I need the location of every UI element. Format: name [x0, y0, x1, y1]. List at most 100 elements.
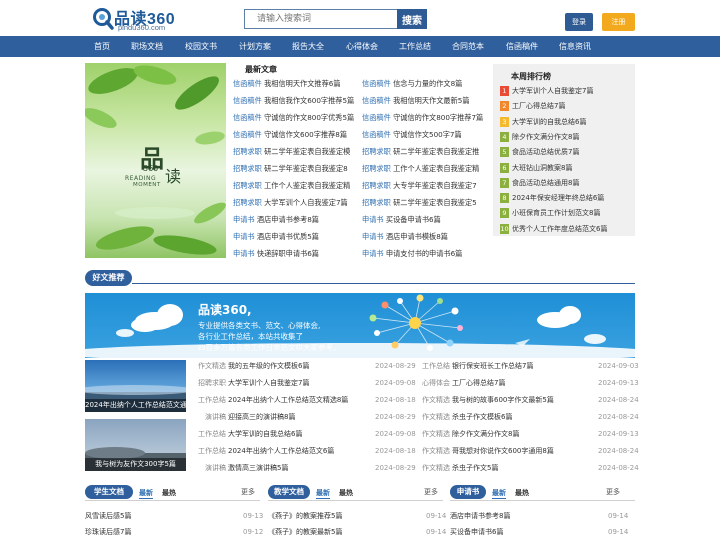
- nav-item-campus[interactable]: 校园文书: [185, 36, 217, 57]
- tab-hottest[interactable]: 最热: [162, 488, 176, 498]
- article-link[interactable]: 大学军训个人自我鉴定7篇: [228, 375, 371, 392]
- ranking-item[interactable]: 9 小班保育员工作计划范文8篇: [500, 207, 600, 221]
- more-link[interactable]: 更多: [606, 487, 620, 497]
- article-link[interactable]: 工厂心得总结7篇: [452, 375, 594, 392]
- nav-item-contracts[interactable]: 合同范本: [452, 36, 484, 57]
- tab-hottest[interactable]: 最热: [339, 488, 353, 498]
- search-input[interactable]: [244, 9, 398, 29]
- article-date: 2024-08-24: [598, 464, 639, 472]
- nav-item-workplace[interactable]: 职场文档: [131, 36, 163, 57]
- tab-latest[interactable]: 最新: [316, 488, 330, 499]
- article-link[interactable]: 申请书 买设备申请书6篇: [362, 212, 485, 228]
- ranking-item[interactable]: 8 2024年保安经理年终总结6篇: [500, 192, 604, 206]
- nav-item-letters[interactable]: 信函稿件: [506, 36, 538, 57]
- article-link[interactable]: 激情高三演讲稿5篇: [228, 460, 371, 477]
- article-category[interactable]: 工作总结: [196, 443, 226, 460]
- ranking-item[interactable]: 4 除夕作文满分作文8篇: [500, 131, 579, 145]
- banner-image[interactable]: 品 360 读 READING MOMENT: [85, 63, 226, 258]
- article-title: 研二学年鉴定表自我鉴定5: [393, 198, 477, 207]
- article-category[interactable]: 工作总结: [196, 392, 226, 409]
- article-category: 申请书: [362, 215, 384, 224]
- article-link[interactable]: 申请书 申请支付书的申请书6篇: [362, 246, 485, 262]
- article-link[interactable]: 哥我想对你说作文600字通用8篇: [452, 443, 594, 460]
- article-link[interactable]: 招聘求职 研二学年鉴定表自我鉴定8: [233, 161, 356, 177]
- article-link[interactable]: 信函稿件 守诚信作文600字推荐8篇: [233, 127, 356, 143]
- promo-banner[interactable]: 品读360, 专业提供各类文书、范文、心得体会, 各行业工作总结，本站共收集了 …: [85, 293, 635, 358]
- article-link[interactable]: 招聘求职 工作个人鉴定表自我鉴定精: [362, 161, 485, 177]
- article-link[interactable]: 信函稿件 守诚信作文500字7篇: [362, 127, 485, 143]
- ranking-item[interactable]: 3 大学军训的自我总结6篇: [500, 116, 586, 130]
- article-link[interactable]: 招聘求职 大学军训个人自我鉴定7篇: [233, 195, 356, 211]
- article-category[interactable]: 工作总结: [420, 358, 450, 375]
- nav-item-news[interactable]: 信息资讯: [559, 36, 591, 57]
- article-link[interactable]: 2024年出纳个人工作总结范文6篇: [228, 443, 371, 460]
- article-category[interactable]: 作文精选: [420, 392, 450, 409]
- ranking-item[interactable]: 7 食品活动总结通用8篇: [500, 177, 579, 191]
- article-link[interactable]: 珍珠读后感7篇: [85, 525, 225, 539]
- tab-hottest[interactable]: 最热: [515, 488, 529, 498]
- thumbnail-article-1[interactable]: 2024年出纳个人工作总结范文通: [85, 360, 186, 412]
- article-category[interactable]: 作文精选: [420, 460, 450, 477]
- article-category[interactable]: 演讲稿: [196, 409, 226, 426]
- more-link[interactable]: 更多: [241, 487, 255, 497]
- article-link[interactable]: 酒店申请书参考8篇: [450, 509, 590, 523]
- article-link[interactable]: 信函稿件 信念与力量的作文8篇: [362, 76, 485, 92]
- article-category[interactable]: 演讲稿: [196, 460, 226, 477]
- more-link[interactable]: 更多: [424, 487, 438, 497]
- site-logo[interactable]: 品读360 pindu360.com: [92, 6, 192, 32]
- nav-item-experience[interactable]: 心得体会: [346, 36, 378, 57]
- thumbnail-article-2[interactable]: 我与树为友作文300字5篇: [85, 419, 186, 471]
- article-link[interactable]: 申请书 快递辞职申请书6篇: [233, 246, 356, 262]
- ranking-item[interactable]: 6 大班钻山洞教案8篇: [500, 162, 572, 176]
- login-button[interactable]: 登录: [565, 13, 593, 31]
- article-link[interactable]: 申请书 酒店申请书参考8篇: [233, 212, 356, 228]
- article-link[interactable]: 大学军训的自我总结6篇: [228, 426, 371, 443]
- article-link[interactable]: 买设备申请书6篇: [450, 525, 590, 539]
- article-link[interactable]: 风雪读后感5篇: [85, 509, 225, 523]
- article-title: 守诚信作文600字推荐8篇: [264, 130, 348, 139]
- article-link[interactable]: 杀虫子作文模板6篇: [452, 409, 594, 426]
- article-link[interactable]: 迎接高三的演讲稿8篇: [228, 409, 371, 426]
- ranking-item[interactable]: 10 优秀个人工作年度总结范文6篇: [500, 223, 607, 237]
- nav-item-plans[interactable]: 计划方案: [239, 36, 271, 57]
- magnifier-logo-icon: [93, 8, 114, 30]
- article-link[interactable]: 信函稿件 守诚信的作文800字推荐7篇: [362, 110, 485, 126]
- article-link[interactable]: 《燕子》的教案最新5篇: [268, 525, 408, 539]
- ranking-item[interactable]: 1 大学军训个人自我鉴定7篇: [500, 85, 593, 99]
- article-category[interactable]: 作文精选: [196, 358, 226, 375]
- search-button[interactable]: 搜索: [397, 9, 427, 29]
- article-category[interactable]: 作文精选: [420, 426, 450, 443]
- article-link[interactable]: 招聘求职 大专学年鉴定表自我鉴定7: [362, 178, 485, 194]
- ranking-item[interactable]: 5 食品活动总结优质7篇: [500, 146, 579, 160]
- article-link[interactable]: 除夕作文满分作文8篇: [452, 426, 594, 443]
- nav-item-summary[interactable]: 工作总结: [399, 36, 431, 57]
- article-link[interactable]: 《燕子》的教案推荐5篇: [268, 509, 408, 523]
- article-category[interactable]: 招聘求职: [196, 375, 226, 392]
- article-category[interactable]: 作文精选: [420, 409, 450, 426]
- article-category[interactable]: 工作总结: [196, 426, 226, 443]
- article-link[interactable]: 我的五年级的作文模板6篇: [228, 358, 371, 375]
- article-link[interactable]: 信函稿件 我相信明天作文最新5篇: [362, 93, 485, 109]
- article-link[interactable]: 杀虫子作文5篇: [452, 460, 594, 477]
- tab-latest[interactable]: 最新: [139, 488, 153, 499]
- article-link[interactable]: 我与树的故事600字作文最新5篇: [452, 392, 594, 409]
- ranking-item[interactable]: 2 工厂心得总结7篇: [500, 100, 565, 114]
- article-link[interactable]: 招聘求职 研二学年鉴定表自我鉴定模: [233, 144, 356, 160]
- article-category[interactable]: 心得体会: [420, 375, 450, 392]
- article-link[interactable]: 2024年出纳个人工作总结范文精选8篇: [228, 392, 371, 409]
- article-link[interactable]: 申请书 酒店申请书模板8篇: [362, 229, 485, 245]
- article-title: 酒店申请书优质5篇: [256, 232, 319, 241]
- article-link[interactable]: 招聘求职 研二学年鉴定表自我鉴定推: [362, 144, 485, 160]
- article-link[interactable]: 信函稿件 守诚信的作文800字优秀5篇: [233, 110, 356, 126]
- article-category[interactable]: 作文精选: [420, 443, 450, 460]
- article-link[interactable]: 申请书 酒店申请书优质5篇: [233, 229, 356, 245]
- article-link[interactable]: 招聘求职 研二学年鉴定表自我鉴定5: [362, 195, 485, 211]
- article-link[interactable]: 信函稿件 我相信我作文600字推荐5篇: [233, 93, 356, 109]
- nav-item-reports[interactable]: 报告大全: [292, 36, 324, 57]
- register-button[interactable]: 注册: [602, 13, 635, 31]
- article-link[interactable]: 银行保安班长工作总结7篇: [452, 358, 594, 375]
- tab-latest[interactable]: 最新: [492, 488, 506, 499]
- nav-item-home[interactable]: 首页: [94, 36, 110, 57]
- article-link[interactable]: 招聘求职 工作个人鉴定表自我鉴定精: [233, 178, 356, 194]
- article-link[interactable]: 信函稿件 我相信明天作文推荐6篇: [233, 76, 356, 92]
